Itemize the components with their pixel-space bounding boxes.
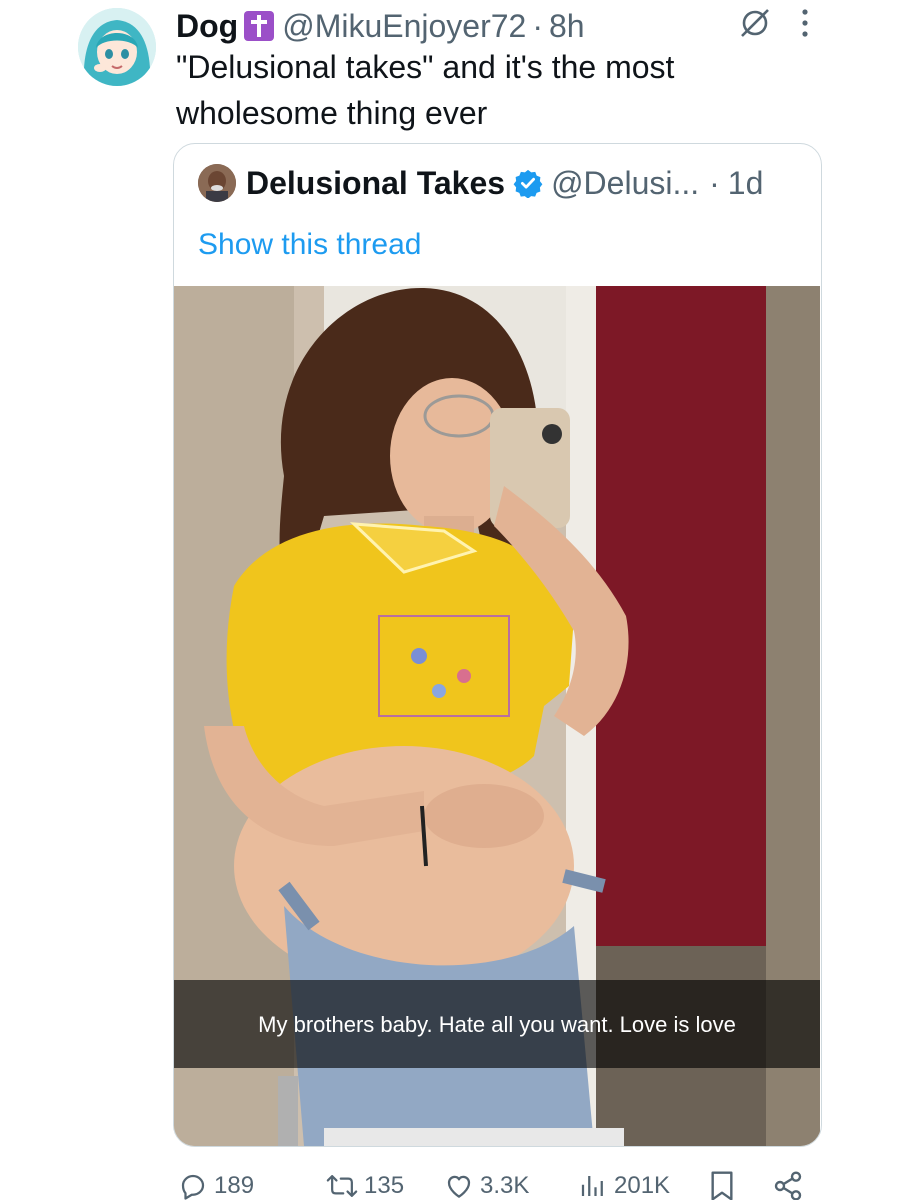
author-display-name[interactable]: Dog [176, 8, 238, 45]
quoted-tweet-card[interactable]: Delusional Takes @Delusi... · 1d Show this… [173, 143, 822, 1147]
share-button[interactable] [772, 1170, 810, 1200]
quoted-photo[interactable]: My brothers baby. Hate all you want. Lov… [174, 286, 820, 1146]
latin-cross-icon [244, 11, 275, 41]
author-avatar[interactable] [78, 8, 156, 86]
reply-button[interactable]: 189 [178, 1171, 254, 1200]
bookmark-icon [711, 1171, 733, 1200]
like-button[interactable]: 3.3K [444, 1171, 529, 1200]
tweet-text: "Delusional takes" and it's the most who… [176, 49, 675, 131]
tweet-header: Dog @MikuEnjoyer72 · 8h [176, 4, 585, 48]
verified-badge-icon [513, 169, 543, 198]
show-thread-link[interactable]: Show this thread [198, 228, 421, 262]
tweet-actions: 189 135 3.3K 201K [176, 1166, 816, 1200]
grok-icon[interactable] [738, 6, 772, 40]
more-options-icon[interactable] [800, 7, 810, 39]
author-handle[interactable]: @MikuEnjoyer72 [282, 8, 526, 44]
quoted-time[interactable]: 1d [728, 165, 764, 201]
share-icon [774, 1171, 802, 1200]
photo-caption-bar: My brothers baby. Hate all you want. Lov… [174, 980, 820, 1068]
tweet-header-icons [738, 6, 810, 40]
bookmark-button[interactable] [708, 1170, 742, 1200]
like-count: 3.3K [480, 1172, 530, 1199]
quoted-display-name[interactable]: Delusional Takes [246, 165, 505, 202]
views-button[interactable]: 201K [578, 1171, 670, 1200]
retweet-icon [326, 1175, 358, 1197]
separator-dot: · [709, 164, 720, 201]
views-count: 201K [614, 1172, 671, 1199]
photo-caption-text: My brothers baby. Hate all you want. Lov… [258, 1011, 736, 1037]
tweet-time[interactable]: 8h [549, 8, 585, 44]
views-chart-icon [581, 1176, 603, 1196]
reply-count: 189 [214, 1172, 255, 1199]
retweet-button[interactable]: 135 [326, 1171, 404, 1200]
reply-icon [181, 1174, 205, 1200]
quoted-handle[interactable]: @Delusi... [551, 165, 699, 201]
quoted-tweet-header: Delusional Takes @Delusi... · 1d [198, 164, 763, 202]
heart-icon [447, 1175, 471, 1198]
retweet-count: 135 [364, 1172, 405, 1199]
quoted-author-avatar[interactable] [198, 164, 236, 202]
separator-dot: · [532, 7, 543, 44]
